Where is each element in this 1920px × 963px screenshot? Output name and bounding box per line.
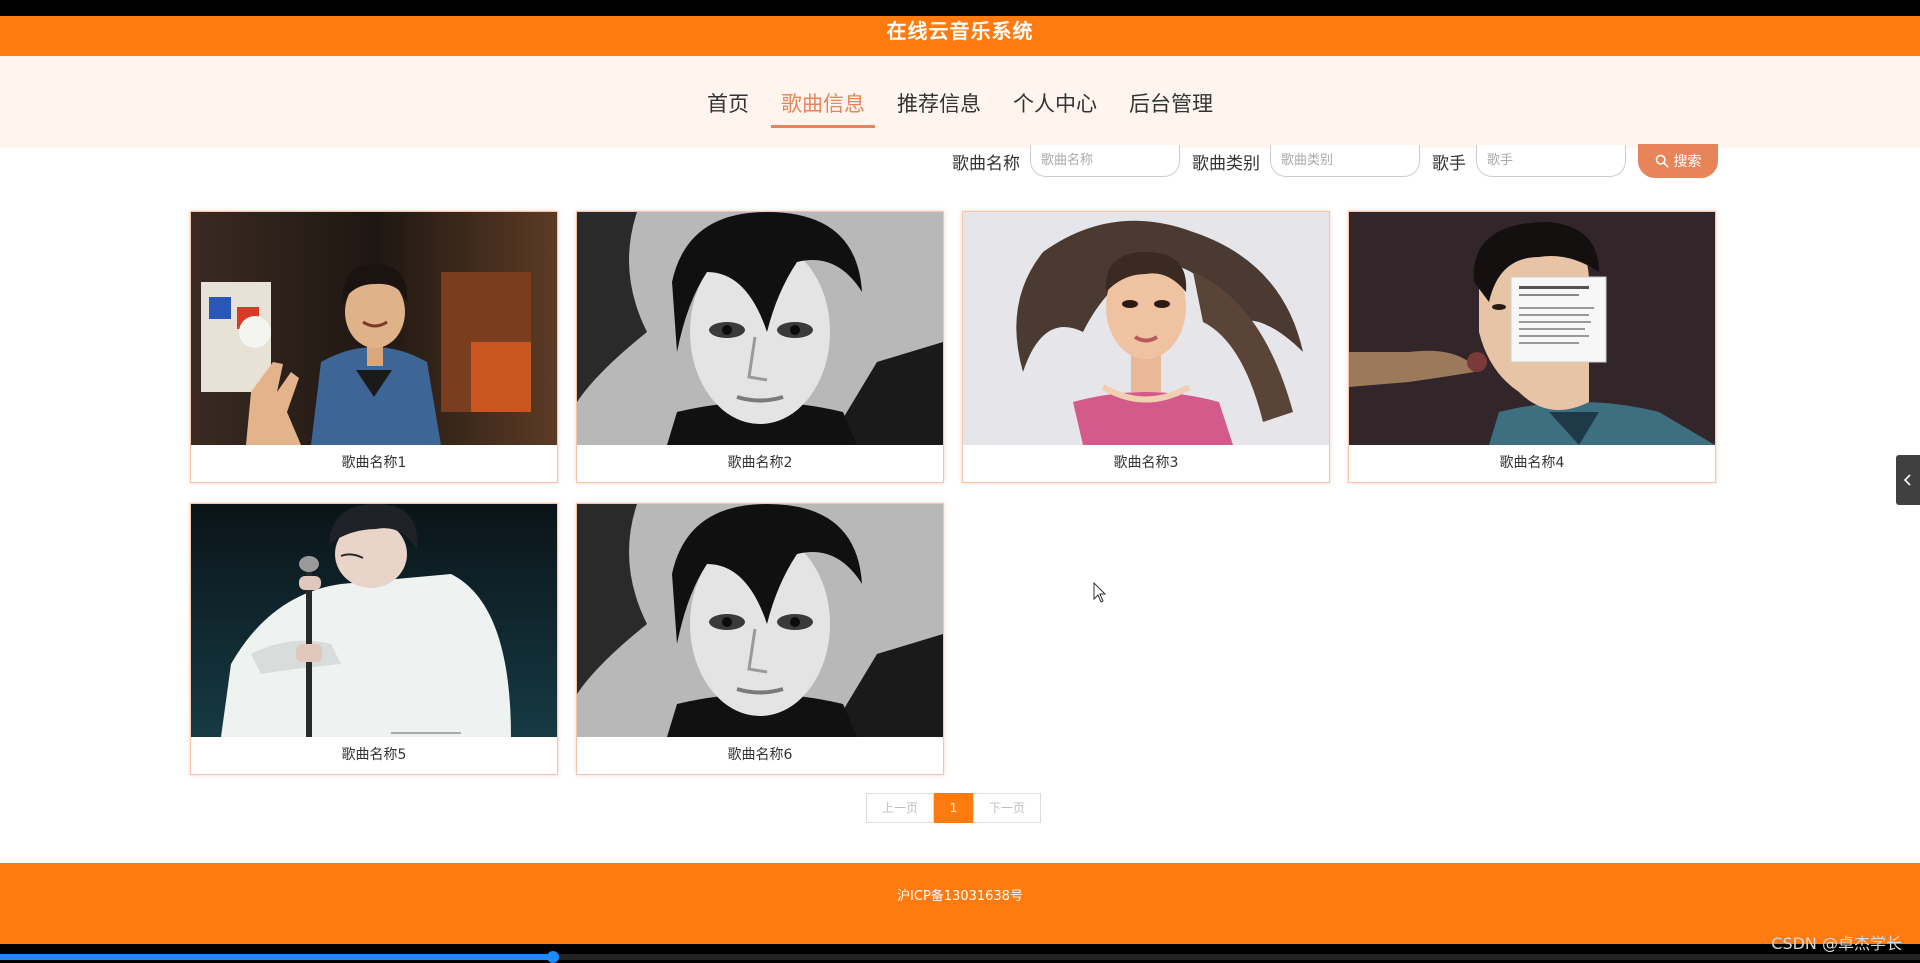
- song-cover-image: [963, 212, 1329, 445]
- chevron-left-icon: [1903, 474, 1911, 486]
- song-grid: 歌曲名称1 歌曲名称2 歌曲名称3 歌曲名称4 歌曲名称5 歌曲名称6: [190, 211, 1720, 775]
- song-name: 歌曲名称6: [727, 747, 793, 763]
- footer: 沪ICP备13031638号: [0, 863, 1920, 944]
- nav-item-profile[interactable]: 个人中心: [1003, 80, 1107, 126]
- song-name-input[interactable]: [1030, 145, 1180, 177]
- icp-record: 沪ICP备13031638号: [897, 889, 1023, 904]
- song-card[interactable]: 歌曲名称2: [576, 211, 944, 483]
- singer-input[interactable]: [1476, 145, 1626, 177]
- song-name-label: 歌曲名称: [952, 153, 1020, 174]
- video-progress-handle[interactable]: [546, 951, 559, 963]
- search-icon: [1655, 154, 1668, 168]
- site-title-bar: 在线云音乐系统: [0, 16, 1920, 56]
- song-name: 歌曲名称2: [727, 455, 793, 471]
- song-cover-image: [1349, 212, 1715, 445]
- app-window: 在线云音乐系统 首页 歌曲信息 推荐信息 个人中心 后台管理 歌曲名称 歌曲类别…: [0, 16, 1920, 944]
- nav-item-home[interactable]: 首页: [697, 80, 759, 126]
- song-cover-image: [577, 212, 943, 445]
- mouse-cursor-icon: [1093, 582, 1107, 603]
- search-button-label: 搜索: [1673, 154, 1702, 170]
- watermark: CSDN @卓杰学长: [1771, 934, 1902, 953]
- prev-page-button[interactable]: 上一页: [866, 793, 934, 823]
- pagination: 上一页 1 下一页: [866, 793, 1041, 823]
- song-card[interactable]: 歌曲名称4: [1348, 211, 1716, 483]
- song-name: 歌曲名称5: [341, 747, 407, 763]
- nav-list: 首页 歌曲信息 推荐信息 个人中心 后台管理: [0, 80, 1920, 128]
- page-number-button[interactable]: 1: [934, 793, 973, 823]
- video-progress-bar[interactable]: [0, 951, 1920, 963]
- video-progress-fill: [0, 954, 553, 960]
- site-title: 在线云音乐系统: [886, 19, 1034, 43]
- song-cover-image: [191, 212, 557, 445]
- next-page-button[interactable]: 下一页: [973, 793, 1041, 823]
- song-cover-image: [191, 504, 557, 737]
- song-type-input[interactable]: [1270, 145, 1420, 177]
- nav-item-songs[interactable]: 歌曲信息: [771, 80, 875, 128]
- song-type-label: 歌曲类别: [1192, 153, 1260, 174]
- nav-item-recommend[interactable]: 推荐信息: [887, 80, 991, 126]
- song-name: 歌曲名称4: [1499, 455, 1565, 471]
- singer-label: 歌手: [1432, 153, 1466, 174]
- search-button[interactable]: 搜索: [1638, 144, 1718, 178]
- song-card[interactable]: 歌曲名称3: [962, 211, 1330, 483]
- side-panel-toggle[interactable]: [1896, 455, 1920, 505]
- song-cover-image: [577, 504, 943, 737]
- song-card[interactable]: 歌曲名称1: [190, 211, 558, 483]
- song-name: 歌曲名称1: [341, 455, 407, 471]
- song-name: 歌曲名称3: [1113, 455, 1179, 471]
- top-nav: 首页 歌曲信息 推荐信息 个人中心 后台管理: [0, 56, 1920, 148]
- song-card[interactable]: 歌曲名称6: [576, 503, 944, 775]
- search-bar: 歌曲名称 歌曲类别 歌手 搜索: [952, 144, 1718, 178]
- nav-item-admin[interactable]: 后台管理: [1119, 80, 1223, 126]
- song-card[interactable]: 歌曲名称5: [190, 503, 558, 775]
- screen: 在线云音乐系统 首页 歌曲信息 推荐信息 个人中心 后台管理 歌曲名称 歌曲类别…: [0, 0, 1920, 963]
